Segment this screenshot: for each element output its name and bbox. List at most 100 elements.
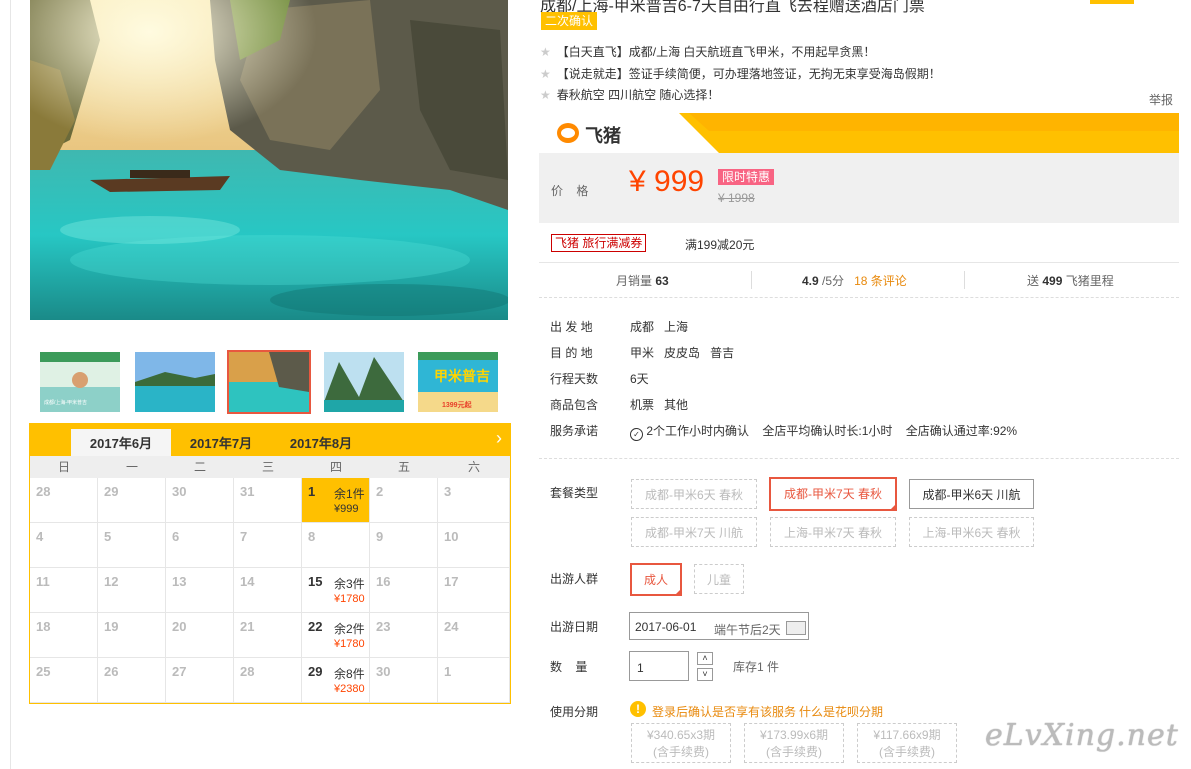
- day-number: 10: [444, 529, 459, 544]
- day-number: 26: [104, 664, 119, 679]
- weekday-label: 一: [125, 460, 138, 474]
- traveler-child[interactable]: 儿童: [694, 564, 744, 594]
- pig-logo-icon: [557, 123, 579, 143]
- installment-option-9[interactable]: ¥117.66x9期 (含手续费): [857, 723, 957, 763]
- main-photo: [30, 0, 508, 320]
- day-number: 28: [240, 664, 255, 679]
- reviews-link[interactable]: 18 条评论: [854, 274, 907, 288]
- calendar-day: 14: [234, 568, 302, 613]
- calendar-day: 30: [370, 658, 438, 703]
- star-icon: ★: [540, 45, 551, 59]
- calendar-day: 31: [234, 478, 302, 523]
- calendar-header: 2017年6月 2017年7月 2017年8月 ›: [30, 424, 510, 456]
- calendar-day: 29: [98, 478, 166, 523]
- thumbnail-1[interactable]: 成都/上海-甲米普吉: [38, 350, 122, 414]
- package-option-4[interactable]: 成都-甲米7天 川航: [631, 517, 757, 547]
- calendar-day: 12: [98, 568, 166, 613]
- days-label: 行程天数: [550, 372, 599, 386]
- calendar-day: 18: [30, 613, 98, 658]
- day-number: 4: [36, 529, 44, 544]
- warning-icon: !: [630, 701, 646, 717]
- day-price: ¥1780: [334, 593, 365, 605]
- price-label: 价 格: [551, 184, 589, 198]
- calendar-day: 23: [370, 613, 438, 658]
- date-note: 端午节后2天: [714, 623, 781, 637]
- day-stock: 余1件: [334, 487, 365, 501]
- promo-tag: 限时特惠: [718, 169, 775, 185]
- package-option-6[interactable]: 上海-甲米6天 春秋: [909, 517, 1034, 547]
- calendar-day[interactable]: 29 余8件 ¥2380: [302, 658, 370, 703]
- feature-3: ★ 春秋航空 四川航空 随心选择！: [540, 86, 719, 103]
- day-number: 29: [308, 664, 323, 679]
- rating: 4.9 /5分 18 条评论: [802, 274, 907, 288]
- coupon-desc: 满199减20元: [685, 238, 755, 252]
- calendar-day: 26: [98, 658, 166, 703]
- thumbnail-4[interactable]: [322, 350, 406, 414]
- feature-3-text: 春秋航空 四川航空 随心选择！: [556, 88, 720, 102]
- calendar-day[interactable]: 22 余2件 ¥1780: [302, 613, 370, 658]
- thumbnail-2[interactable]: [133, 350, 217, 414]
- package-option-3[interactable]: 成都-甲米6天 川航: [909, 479, 1034, 509]
- weekday-label: 五: [397, 460, 410, 474]
- service-values: ✓ 2个工作小时内确认 全店平均确认时长:1小时 全店确认通过率:92%: [630, 422, 1017, 441]
- chevron-right-icon[interactable]: ›: [496, 428, 502, 449]
- decrement-icon[interactable]: ˅: [697, 668, 713, 681]
- star-icon: ★: [540, 67, 551, 81]
- day-number: 1: [308, 484, 316, 499]
- calendar-day: 9: [370, 523, 438, 568]
- feature-2: ★ 【说走就走】签证手续简便，可办理落地签证，无拘无束享受海岛假期！: [540, 65, 941, 82]
- day-number: 22: [308, 619, 323, 634]
- thumbnail-1-caption: 成都/上海-甲米普吉: [44, 400, 88, 406]
- monthly-sales: 月销量 63: [616, 274, 669, 288]
- thumbnail-strip: 成都/上海-甲米普吉 甲米普吉 1399元起: [30, 350, 510, 416]
- calendar-day[interactable]: 1 余1件 ¥999: [302, 478, 370, 523]
- tab-july[interactable]: 2017年7月: [171, 429, 271, 456]
- calendar-icon[interactable]: [786, 621, 806, 635]
- thumbnail-3[interactable]: [227, 350, 311, 414]
- day-number: 1: [444, 664, 452, 679]
- thumbnail-5-caption: 甲米普吉: [434, 368, 490, 384]
- day-number: 30: [376, 664, 391, 679]
- quantity-input[interactable]: 1: [629, 651, 689, 681]
- installment-info-link[interactable]: 什么是花呗分期: [799, 703, 883, 720]
- weekday-header: 日一二三四五六: [30, 456, 510, 478]
- day-number: 12: [104, 574, 119, 589]
- traveler-label: 出游人群: [550, 572, 599, 586]
- feature-1-text: 【白天直飞】成都/上海 白天航班直飞甲米，不用起早贪黑！: [556, 45, 876, 59]
- day-number: 11: [36, 574, 50, 589]
- departure-label: 出 发 地: [550, 320, 593, 334]
- day-price: ¥1780: [334, 638, 365, 650]
- title-badge: [1090, 0, 1134, 4]
- quantity-value: 1: [637, 661, 644, 675]
- increment-icon[interactable]: ˄: [697, 652, 713, 665]
- destination-values: 甲米 皮皮岛 普吉: [630, 346, 735, 360]
- calendar-day: 4: [30, 523, 98, 568]
- tab-june[interactable]: 2017年6月: [71, 429, 171, 456]
- calendar-day[interactable]: 15 余3件 ¥1780: [302, 568, 370, 613]
- brand-band: 飞猪: [539, 113, 1179, 153]
- calendar-day: 28: [234, 658, 302, 703]
- installment-option-6[interactable]: ¥173.99x6期 (含手续费): [744, 723, 844, 763]
- calendar-day: 5: [98, 523, 166, 568]
- watermark: eLvXing.net: [985, 718, 1179, 753]
- traveler-adult[interactable]: 成人: [630, 563, 682, 596]
- day-number: 17: [444, 574, 459, 589]
- calendar-day: 30: [166, 478, 234, 523]
- date-picker[interactable]: 2017-06-01 端午节后2天: [629, 612, 809, 640]
- calendar-day: 24: [438, 613, 510, 658]
- calendar-day: 2: [370, 478, 438, 523]
- package-option-2[interactable]: 成都-甲米7天 春秋: [769, 477, 897, 511]
- report-link[interactable]: 举报: [1149, 91, 1173, 108]
- package-option-5[interactable]: 上海-甲米7天 春秋: [770, 517, 896, 547]
- miles: 送 499 飞猪里程: [1027, 274, 1114, 288]
- coupon-tag[interactable]: 飞猪 旅行满减券: [551, 234, 647, 252]
- day-number: 27: [172, 664, 187, 679]
- day-stock: 余3件: [334, 577, 365, 591]
- package-option-1[interactable]: 成都-甲米6天 春秋: [631, 479, 757, 509]
- thumbnail-5[interactable]: 甲米普吉 1399元起: [416, 350, 500, 414]
- tab-august[interactable]: 2017年8月: [271, 429, 371, 456]
- day-stock: 余2件: [334, 622, 365, 636]
- day-number: 24: [444, 619, 459, 634]
- day-number: 3: [444, 484, 452, 499]
- installment-option-3[interactable]: ¥340.65x3期 (含手续费): [631, 723, 731, 763]
